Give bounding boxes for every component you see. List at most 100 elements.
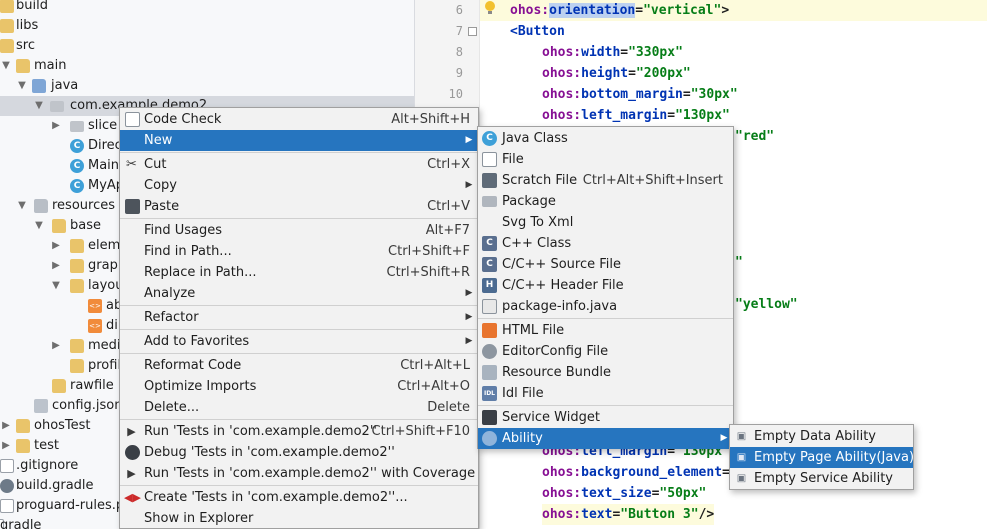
fold-marker-icon[interactable] [468,27,477,36]
coverage-icon: ▶ [127,467,136,480]
code-line: <Button [510,24,565,39]
menu-item-paste[interactable]: Paste Ctrl+V [120,196,478,217]
menu-item-empty-service-ability[interactable]: ▣ Empty Service Ability [730,468,913,489]
xml-file-icon: <> [88,299,102,313]
folder-icon [0,0,14,13]
menu-item-reformat-code[interactable]: Reformat Code Ctrl+Alt+L [120,355,478,376]
resources-folder-icon [34,199,48,213]
folder-icon [16,59,30,73]
menu-item-find-in-path[interactable]: Find in Path... Ctrl+Shift+F [120,241,478,262]
chevron-down-icon[interactable]: ▼ [16,76,28,96]
menu-item-resource-bundle[interactable]: Resource Bundle [478,362,733,383]
package-icon [482,196,497,207]
context-menu: Code Check Alt+Shift+H New ▶ ✂ Cut Ctrl+X Co… [119,107,479,529]
chevron-down-icon[interactable]: ▼ [16,196,28,216]
chevron-down-icon[interactable]: ▼ [50,276,62,296]
menu-item-optimize-imports[interactable]: Optimize Imports Ctrl+Alt+O [120,376,478,397]
ability-submenu: ▣ Empty Data Ability ▣ Empty Page Ability(… [729,424,914,490]
bug-icon [125,445,140,460]
tree-item-src[interactable]: src [0,36,414,56]
lightbulb-icon[interactable] [483,0,497,16]
xml-file-icon: <> [88,319,102,333]
chevron-right-icon[interactable]: ▶ [0,436,12,456]
menu-item-empty-data-ability[interactable]: ▣ Empty Data Ability [730,426,913,447]
menu-item-cpp-class[interactable]: C C++ Class [478,233,733,254]
menu-item-ability[interactable]: Ability ▶ [478,428,733,449]
menu-item-delete[interactable]: Delete... Delete [120,397,478,418]
folder-icon [70,339,84,353]
menu-item-replace-in-path[interactable]: Replace in Path... Ctrl+Shift+R [120,262,478,283]
editorconfig-icon [482,344,497,359]
menu-item-add-to-favorites[interactable]: Add to Favorites ▶ [120,331,478,352]
submenu-arrow-icon: ▶ [720,433,728,443]
menu-separator [478,318,733,319]
menu-item-analyze[interactable]: Analyze ▶ [120,283,478,304]
menu-item-code-check[interactable]: Code Check Alt+Shift+H [120,109,478,130]
class-icon: C [70,139,84,153]
chevron-down-icon[interactable]: ▼ [33,96,45,116]
menu-item-idl-file[interactable]: IDL Idl File [478,383,733,404]
menu-separator [120,305,478,306]
tree-item-libs[interactable]: libs [0,16,414,36]
code-line: ohos:bottom_margin="30px" [542,87,738,102]
menu-item-run-with-coverage[interactable]: ▶ Run 'Tests in 'com.example.demo2'' with… [120,463,478,484]
menu-separator [120,419,478,420]
resource-bundle-icon [482,365,497,380]
chevron-right-icon[interactable]: ▶ [50,116,62,136]
menu-item-service-widget[interactable]: Service Widget [478,407,733,428]
ability-template-icon: ▣ [736,452,747,463]
java-class-icon: C [482,131,497,146]
menu-item-scratch-file[interactable]: Scratch File Ctrl+Alt+Shift+Insert [478,170,733,191]
menu-item-show-in-explorer[interactable]: Show in Explorer [120,508,478,529]
menu-item-package-info[interactable]: package-info.java [478,296,733,317]
menu-separator [120,329,478,330]
menu-separator [120,218,478,219]
code-check-icon [125,112,140,127]
menu-item-empty-page-ability-java[interactable]: ▣ Empty Page Ability(Java) [730,447,914,468]
line-number: 8 [455,45,463,59]
run-icon: ▶ [127,425,136,438]
ability-template-icon: ▣ [736,473,747,484]
menu-item-run-tests[interactable]: ▶ Run 'Tests in 'com.example.demo2'' Ctrl+… [120,421,478,442]
chevron-down-icon[interactable]: ▼ [0,56,12,76]
cpp-source-icon: C [482,257,497,272]
code-line: ohos:height="200px" [542,66,691,81]
tree-item-main[interactable]: ▼ main [0,56,414,76]
menu-item-cut[interactable]: ✂ Cut Ctrl+X [120,154,478,175]
cpp-header-icon: H [482,278,497,293]
chevron-right-icon[interactable]: ▶ [50,256,62,276]
chevron-right-icon[interactable]: ▶ [50,236,62,256]
menu-item-find-usages[interactable]: Find Usages Alt+F7 [120,220,478,241]
menu-item-debug-tests[interactable]: Debug 'Tests in 'com.example.demo2'' [120,442,478,463]
idl-file-icon: IDL [482,386,497,401]
menu-item-editorconfig-file[interactable]: EditorConfig File [478,341,733,362]
code-line: ohos:orientation="vertical"> [480,0,987,21]
menu-item-create-tests[interactable]: ◀▶ Create 'Tests in 'com.example.demo2''.… [120,487,478,508]
folder-icon [70,239,84,253]
folder-icon [52,219,66,233]
line-number: 7 [455,24,463,38]
menu-item-new[interactable]: New ▶ [120,130,478,151]
folder-icon [0,39,14,53]
folder-icon [70,259,84,273]
folder-icon [0,19,14,33]
menu-item-file[interactable]: File [478,149,733,170]
menu-item-cpp-header-file[interactable]: H C/C++ Header File [478,275,733,296]
chevron-down-icon[interactable]: ▼ [33,216,45,236]
menu-item-html-file[interactable]: HTML File [478,320,733,341]
tree-item-build[interactable]: build [0,0,414,16]
file-icon [0,499,14,513]
menu-item-java-class[interactable]: C Java Class [478,128,733,149]
menu-item-refactor[interactable]: Refactor ▶ [120,307,478,328]
line-number: 9 [455,66,463,80]
menu-separator [120,485,478,486]
file-icon [0,459,14,473]
menu-item-package[interactable]: Package [478,191,733,212]
menu-item-svg-to-xml[interactable]: Svg To Xml [478,212,733,233]
menu-item-cpp-source-file[interactable]: C C/C++ Source File [478,254,733,275]
tree-item-java[interactable]: ▼ java [0,76,414,96]
chevron-right-icon[interactable]: ▶ [50,336,62,356]
menu-item-copy[interactable]: Copy ▶ [120,175,478,196]
code-fragment: "yellow" [735,297,798,312]
chevron-right-icon[interactable]: ▶ [0,416,12,436]
